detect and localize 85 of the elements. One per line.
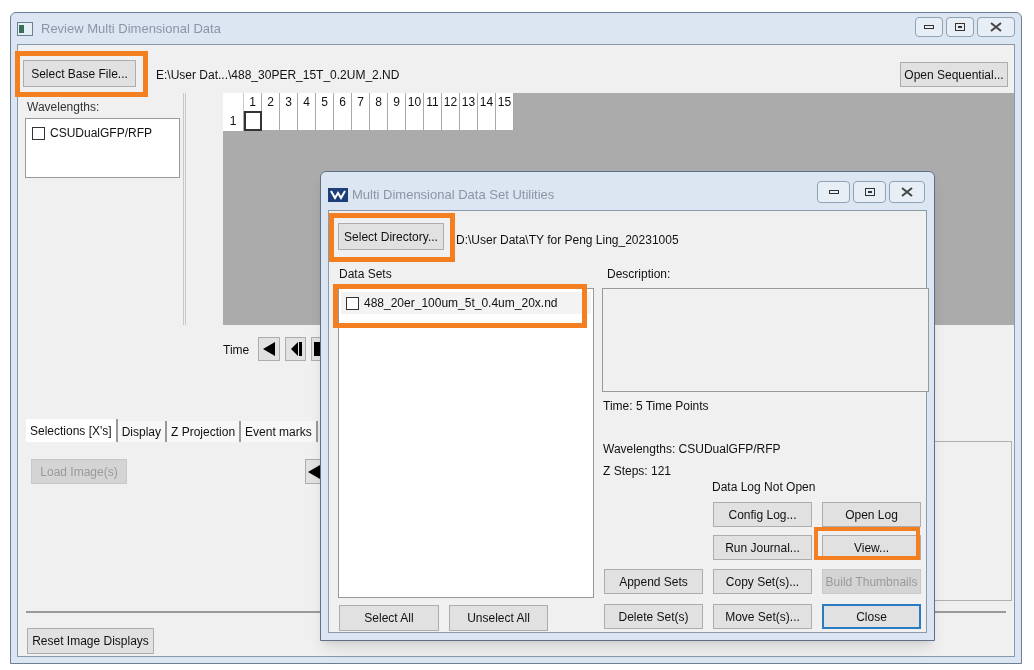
checkbox[interactable] (346, 296, 359, 310)
dialog-button[interactable]: Open Log (822, 502, 921, 527)
list-item[interactable]: CSUDualGFP/RFP (50, 124, 153, 142)
open-sequential-button[interactable]: Open Sequential... (900, 62, 1008, 87)
grid-cell[interactable] (352, 111, 370, 131)
select-directory-button[interactable]: Select Directory... (338, 223, 444, 250)
close-button[interactable] (889, 181, 925, 203)
z-steps-info: Z Steps: 121 (603, 463, 672, 480)
close-button[interactable] (977, 17, 1015, 37)
grid-cell[interactable] (460, 111, 478, 131)
file-path: E:\User Dat...\488_30PER_15T_0.2UM_2.ND (156, 67, 400, 84)
first-frame-button[interactable] (258, 337, 280, 361)
column-header: 7 (352, 93, 370, 111)
grid-cell[interactable] (388, 111, 406, 131)
dialog-button[interactable]: Delete Set(s) (604, 604, 703, 629)
grid-cell[interactable] (496, 111, 514, 131)
grid-corner-cell (223, 93, 244, 111)
dialog-button[interactable]: Append Sets (604, 569, 703, 594)
grid-cell[interactable] (424, 111, 442, 131)
column-header: 3 (280, 93, 298, 111)
previous-button[interactable] (305, 459, 321, 484)
step-back-icon (289, 342, 302, 356)
row-header: 1 (223, 111, 244, 131)
dialog-title: Multi Dimensional Data Set Utilities (352, 186, 555, 204)
tab[interactable]: Event marks (241, 421, 318, 442)
checkbox[interactable] (32, 126, 45, 140)
column-header: 9 (388, 93, 406, 111)
close-icon (901, 187, 913, 197)
grid-cell[interactable] (478, 111, 496, 131)
select-all-button[interactable]: Select All (339, 605, 439, 631)
log-status: Data Log Not Open (712, 479, 816, 496)
tab[interactable]: Selections [X's] (26, 419, 118, 442)
select-base-file-button[interactable]: Select Base File... (23, 60, 136, 87)
maximize-icon (864, 188, 875, 196)
close-icon (990, 22, 1002, 32)
column-header: 1 (244, 93, 262, 111)
minimize-button[interactable] (915, 17, 943, 37)
grid-cell[interactable] (244, 111, 262, 131)
window-title: Review Multi Dimensional Data (41, 20, 221, 38)
data-sets-label: Data Sets (339, 266, 392, 283)
maximize-icon (955, 23, 965, 31)
wavelengths-info: Wavelengths: CSUDualGFP/RFP (603, 441, 781, 458)
step-back-button[interactable] (285, 337, 306, 361)
maximize-button[interactable] (946, 17, 974, 37)
column-header: 14 (478, 93, 496, 111)
column-header: 10 (406, 93, 424, 111)
minimize-button[interactable] (817, 181, 850, 203)
maximize-button[interactable] (853, 181, 886, 203)
column-header: 12 (442, 93, 460, 111)
grid-cell[interactable] (370, 111, 388, 131)
grid-cell[interactable] (442, 111, 460, 131)
minimize-icon (828, 190, 839, 194)
dialog-button[interactable]: Close (822, 604, 921, 629)
app-icon (17, 21, 33, 36)
dialog-button[interactable]: Move Set(s)... (713, 604, 812, 629)
dialog-button[interactable]: Copy Set(s)... (713, 569, 812, 594)
time-label: Time (223, 342, 250, 359)
column-header: 8 (370, 93, 388, 111)
grid-cell[interactable] (406, 111, 424, 131)
time-info: Time: 5 Time Points (603, 398, 709, 415)
column-header: 15 (496, 93, 514, 111)
column-header: 5 (316, 93, 334, 111)
reset-image-displays-button[interactable]: Reset Image Displays (27, 628, 154, 654)
grid-cell[interactable] (298, 111, 316, 131)
triangle-left-icon (262, 342, 276, 356)
column-header: 4 (298, 93, 316, 111)
wavelengths-label: Wavelengths: (27, 99, 100, 116)
column-header: 11 (424, 93, 442, 111)
tab[interactable]: Display (117, 421, 168, 442)
tab[interactable]: Z Projection (167, 421, 242, 442)
grid-cell[interactable] (262, 111, 280, 131)
dialog-button[interactable]: Run Journal... (713, 535, 812, 560)
app-icon (328, 187, 348, 202)
column-header: 13 (460, 93, 478, 111)
minimize-icon (924, 25, 934, 29)
description-label: Description: (607, 266, 671, 283)
directory-path: D:\User Data\TY for Peng Ling_20231005 (456, 232, 679, 249)
column-header: 6 (334, 93, 352, 111)
dialog-button[interactable]: Config Log... (713, 502, 812, 527)
grid-cell[interactable] (280, 111, 298, 131)
grid-cell[interactable] (316, 111, 334, 131)
grid-cell[interactable] (334, 111, 352, 131)
unselect-all-button[interactable]: Unselect All (449, 605, 548, 631)
column-header: 2 (262, 93, 280, 111)
list-item[interactable]: 488_20er_100um_5t_0.4um_20x.nd (341, 292, 591, 314)
